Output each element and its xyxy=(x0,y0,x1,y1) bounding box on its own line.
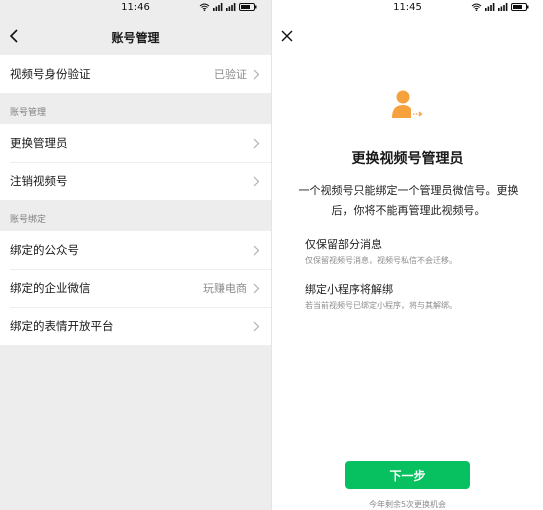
signal-icon xyxy=(226,3,236,11)
signal-icon xyxy=(485,3,495,11)
chevron-right-icon xyxy=(253,283,260,293)
nav-bar: 账号管理 xyxy=(0,17,271,55)
chevron-right-icon xyxy=(253,69,260,79)
battery-icon xyxy=(511,3,529,11)
option-subtitle: 若当前视频号已绑定小程序，将与其解绑。 xyxy=(305,301,457,310)
verified-status: 已验证 xyxy=(214,68,247,81)
dialog-title: 更换视频号管理员 xyxy=(351,151,464,167)
chevron-right-icon xyxy=(253,321,260,331)
account-group: 更换管理员 注销视频号 xyxy=(0,124,271,200)
row-label: 视频号身份验证 xyxy=(10,67,91,81)
change-admin-screen: 11:45 更换视频号管理员 一个视频号只能绑定一个管理员微信号。更换后，你将不… xyxy=(272,0,543,510)
wifi-icon xyxy=(199,3,210,11)
close-icon[interactable] xyxy=(280,29,294,43)
page-title: 账号管理 xyxy=(111,31,160,45)
cancel-channel-row[interactable]: 注销视频号 xyxy=(0,162,271,200)
status-icons xyxy=(471,3,529,11)
row-label: 更换管理员 xyxy=(10,136,68,150)
section-header-binding: 账号绑定 xyxy=(0,200,271,231)
row-label: 绑定的企业微信 xyxy=(10,281,91,295)
binding-group: 绑定的公众号 绑定的企业微信 玩赚电商 绑定的表情开放平台 xyxy=(0,231,271,345)
bound-wecom-row[interactable]: 绑定的企业微信 玩赚电商 xyxy=(0,269,271,307)
verify-group: 视频号身份验证 已验证 xyxy=(0,55,271,93)
chevron-right-icon xyxy=(253,176,260,186)
row-label: 绑定的公众号 xyxy=(10,243,79,257)
bound-wecom-value: 玩赚电商 xyxy=(203,282,247,295)
account-management-screen: 11:46 账号管理 视频号身份验证 已验证 账号管理 更换管理员 注销视频号 … xyxy=(0,0,271,510)
option-subtitle: 仅保留视频号消息，视频号私信不会迁移。 xyxy=(305,256,457,265)
identity-verification-row[interactable]: 视频号身份验证 已验证 xyxy=(0,55,271,93)
bound-official-account-row[interactable]: 绑定的公众号 xyxy=(0,231,271,269)
wifi-icon xyxy=(471,3,482,11)
signal-icon xyxy=(498,3,508,11)
battery-icon xyxy=(239,3,257,11)
dialog-description: 一个视频号只能绑定一个管理员微信号。更换后，你将不能再管理此视频号。 xyxy=(298,184,519,217)
next-step-button[interactable]: 下一步 xyxy=(345,461,470,489)
chevron-right-icon xyxy=(253,245,260,255)
section-header-account: 账号管理 xyxy=(0,93,271,124)
row-label: 注销视频号 xyxy=(10,174,68,188)
transfer-user-icon xyxy=(392,90,423,118)
bound-sticker-platform-row[interactable]: 绑定的表情开放平台 xyxy=(0,307,271,345)
signal-icon xyxy=(213,3,223,11)
chevron-right-icon xyxy=(253,138,260,148)
status-icons xyxy=(199,3,257,11)
change-admin-row[interactable]: 更换管理员 xyxy=(0,124,271,162)
row-label: 绑定的表情开放平台 xyxy=(10,319,114,333)
remaining-changes-note: 今年剩余5次更换机会 xyxy=(368,500,447,509)
status-bar: 11:46 xyxy=(0,0,271,17)
status-bar: 11:45 xyxy=(272,0,543,17)
option-title: 仅保留部分消息 xyxy=(305,238,382,251)
option-title: 绑定小程序将解绑 xyxy=(305,283,393,296)
